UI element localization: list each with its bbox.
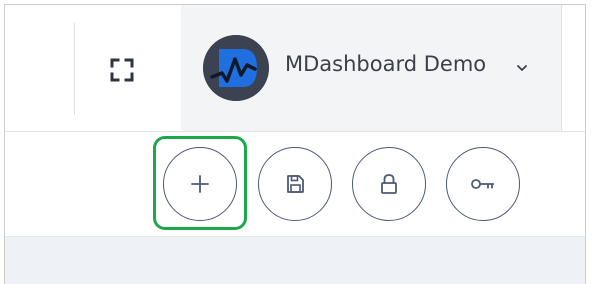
divider (74, 23, 75, 115)
save-button[interactable] (258, 147, 332, 221)
fullscreen-button[interactable] (105, 53, 139, 87)
top-bar: MDashboard Demo (5, 5, 585, 131)
fullscreen-icon (110, 58, 134, 82)
lock-button[interactable] (352, 147, 426, 221)
add-button[interactable] (163, 147, 237, 221)
plus-icon (191, 175, 209, 193)
chevron-down-icon (517, 65, 527, 71)
key-icon (471, 179, 494, 189)
key-button[interactable] (446, 147, 520, 221)
toolbar (5, 132, 585, 236)
account-switcher[interactable]: MDashboard Demo (181, 5, 562, 131)
account-name: MDashboard Demo (285, 52, 487, 76)
dashboard-content-area (5, 236, 585, 284)
dashboard-logo-icon (203, 35, 269, 101)
app-window: MDashboard Demo (4, 4, 586, 284)
avatar (203, 35, 269, 101)
lock-icon (381, 174, 397, 194)
save-icon (287, 175, 304, 193)
